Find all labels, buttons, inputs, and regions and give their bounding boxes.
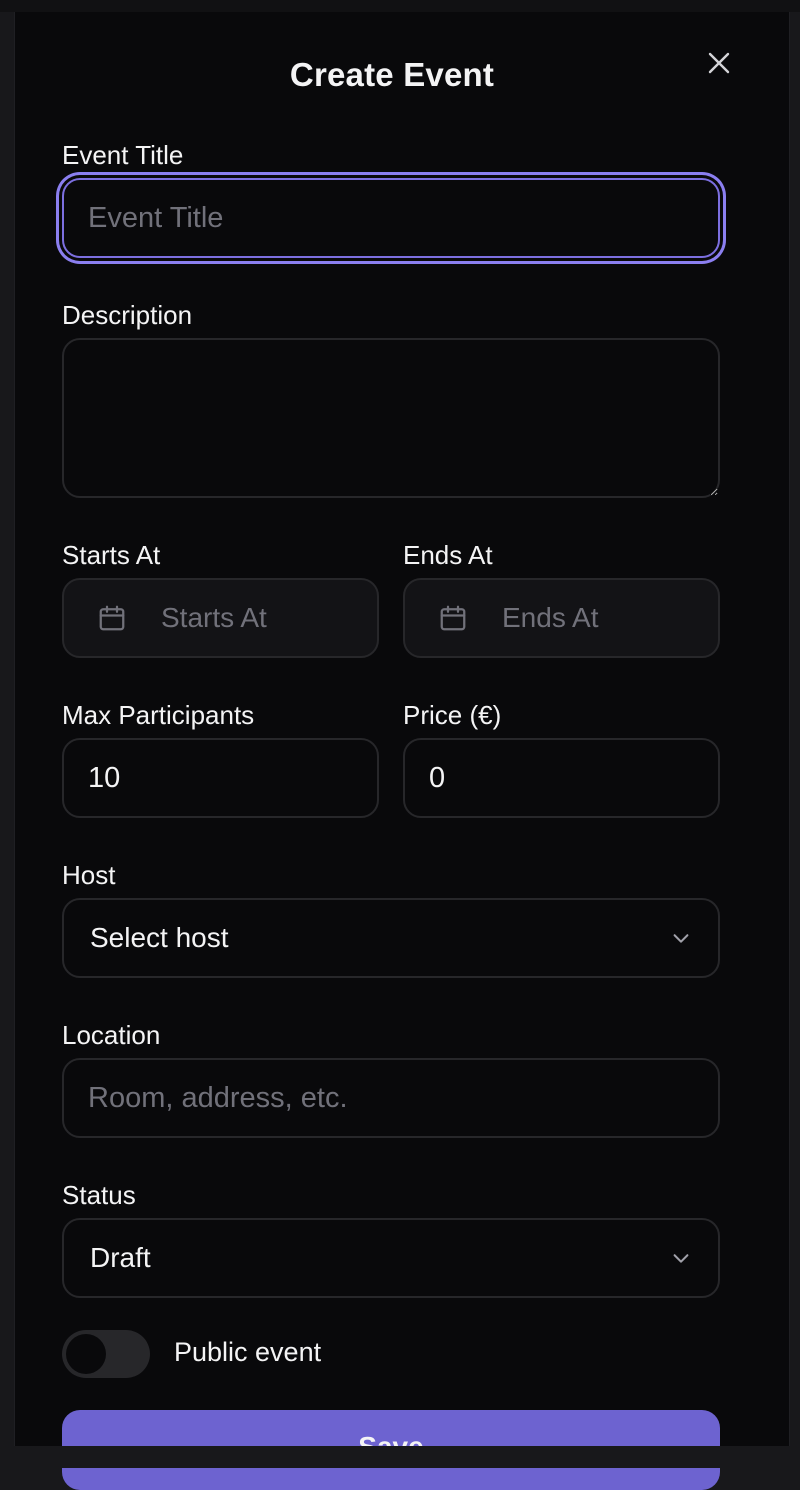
- chevron-down-icon: [673, 934, 689, 943]
- ends-at-placeholder: Ends At: [502, 602, 599, 633]
- ends-at-label: Ends At: [403, 540, 493, 570]
- ends-at-picker[interactable]: Ends At: [403, 578, 720, 658]
- price-label: Price (€): [403, 700, 502, 730]
- toggle-knob: [66, 1334, 106, 1374]
- location-input[interactable]: [62, 1058, 720, 1138]
- description-textarea[interactable]: [62, 338, 720, 498]
- host-select[interactable]: Select host: [62, 898, 720, 978]
- backdrop: [0, 0, 800, 12]
- status-select[interactable]: Draft: [62, 1218, 720, 1298]
- status-label: Status: [62, 1180, 136, 1210]
- backdrop-bottom: [0, 1446, 800, 1468]
- status-select-value: Draft: [90, 1242, 151, 1273]
- event-title-label: Event Title: [62, 140, 184, 170]
- starts-at-label: Starts At: [62, 540, 161, 570]
- public-event-label: Public event: [174, 1337, 322, 1367]
- host-select-value: Select host: [90, 922, 229, 953]
- location-label: Location: [62, 1020, 161, 1050]
- max-participants-input[interactable]: [62, 738, 379, 818]
- price-input[interactable]: [403, 738, 720, 818]
- event-title-input[interactable]: [62, 178, 720, 258]
- max-participants-label: Max Participants: [62, 700, 255, 730]
- public-event-toggle[interactable]: [62, 1330, 150, 1378]
- starts-at-placeholder: Starts At: [161, 602, 267, 633]
- host-label: Host: [62, 860, 116, 890]
- chevron-down-icon: [673, 1254, 689, 1263]
- calendar-icon: [99, 605, 125, 631]
- description-label: Description: [62, 300, 193, 330]
- dialog-title: Create Event: [289, 56, 495, 93]
- starts-at-picker[interactable]: Starts At: [62, 578, 379, 658]
- calendar-icon: [440, 605, 466, 631]
